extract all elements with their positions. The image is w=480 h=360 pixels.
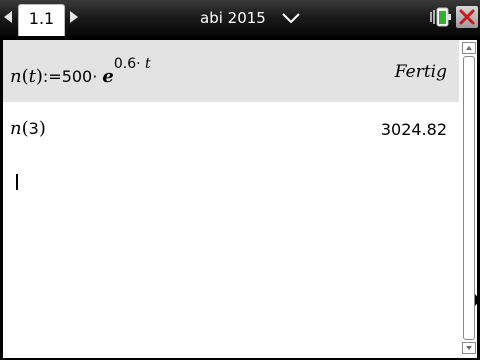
close-paren: )	[38, 118, 46, 139]
title-bar: 1.1 abi 2015	[0, 0, 480, 37]
function-name: n	[10, 66, 22, 87]
entry-input: n(t):=500· e0.6· t	[10, 56, 151, 87]
scroll-down-arrow-icon[interactable]	[462, 342, 476, 354]
argument: 3	[28, 119, 39, 138]
scroll-track[interactable]	[463, 56, 475, 340]
calculator-history[interactable]: n(t):=500· e0.6· t Fertig n(3) 3024.82	[3, 40, 477, 358]
text-cursor[interactable]	[16, 174, 18, 190]
open-paren: (	[21, 66, 29, 87]
assignment: :=500·	[42, 67, 103, 86]
variable: t	[28, 66, 36, 87]
tab-page-1-1[interactable]: 1.1	[18, 4, 65, 37]
exponent: 0.6· t	[114, 56, 151, 72]
exponent-variable: t	[145, 56, 151, 72]
right-notch-icon	[475, 294, 480, 306]
euler-e: e	[102, 66, 114, 87]
entry-input: n(3)	[10, 118, 46, 139]
battery-icon	[430, 7, 451, 27]
calculator-app: n(t):=500· e0.6· t Fertig n(3) 3024.82	[0, 36, 480, 360]
close-paren: )	[35, 66, 43, 87]
right-arrow-icon[interactable]	[70, 11, 78, 23]
function-name: n	[10, 118, 22, 139]
vertical-scrollbar[interactable]	[461, 40, 477, 358]
left-arrow-icon[interactable]	[4, 11, 12, 23]
document-title[interactable]: abi 2015	[200, 8, 266, 28]
history-entry-2[interactable]: n(3) 3024.82	[3, 102, 459, 154]
history-entry-1[interactable]: n(t):=500· e0.6· t Fertig	[3, 40, 459, 102]
close-icon	[459, 9, 475, 25]
entry-result: 3024.82	[380, 120, 447, 139]
chevron-down-icon[interactable]	[281, 12, 301, 24]
entry-result: Fertig	[394, 62, 447, 82]
open-paren: (	[21, 118, 29, 139]
close-button[interactable]	[456, 6, 478, 28]
exponent-coefficient: 0.6·	[113, 56, 146, 72]
scroll-up-arrow-icon[interactable]	[462, 42, 476, 54]
